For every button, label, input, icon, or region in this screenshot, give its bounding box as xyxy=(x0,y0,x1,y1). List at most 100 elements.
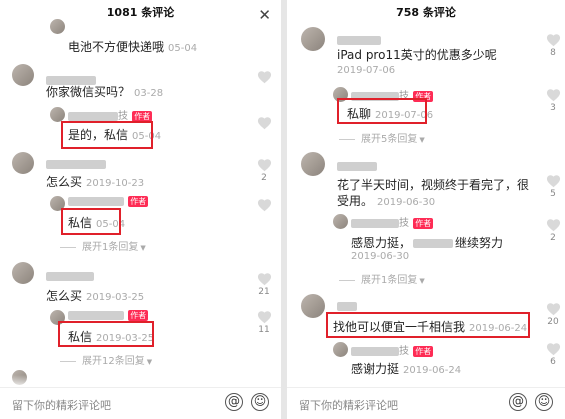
expand-replies-label: 展开5条回复 xyxy=(361,134,418,145)
username-hidden[interactable] xyxy=(46,266,94,285)
username-hidden[interactable] xyxy=(46,154,106,173)
heart-icon xyxy=(546,218,561,232)
expand-replies[interactable]: 展开1条回复 ▼ xyxy=(339,271,425,286)
heart-icon xyxy=(257,116,272,130)
like-count: 3 xyxy=(550,103,556,113)
like-button[interactable]: 6 xyxy=(545,342,561,368)
comment-text: 怎么买 xyxy=(46,289,83,303)
reply-text: 感恩力挺， xyxy=(351,236,412,250)
like-button[interactable] xyxy=(256,198,272,212)
like-button[interactable]: 2 xyxy=(545,218,561,244)
heart-icon xyxy=(546,302,561,316)
comments-panel-left: 1081 条评论 ✕ 电池不方便快递哦 05-04 你家微信买吗？ 03-28 技 … xyxy=(0,0,281,419)
comment-input[interactable]: 留下你的精彩评论吧 xyxy=(12,397,111,413)
comment-timestamp: 2019-06-30 xyxy=(377,197,436,208)
like-count: 20 xyxy=(547,317,559,327)
avatar[interactable] xyxy=(12,262,34,284)
expand-replies[interactable]: 展开1条回复 ▼ xyxy=(60,238,146,253)
avatar[interactable] xyxy=(50,107,65,122)
close-icon[interactable]: ✕ xyxy=(258,2,271,28)
author-badge: 作者 xyxy=(128,196,149,207)
comment-item: 你家微信买吗？ 03-28 xyxy=(46,83,163,100)
highlight-box xyxy=(337,98,427,124)
comment-input[interactable]: 留下你的精彩评论吧 xyxy=(299,397,398,413)
like-count: 8 xyxy=(550,48,556,58)
at-mention-icon[interactable]: @ xyxy=(509,393,527,411)
chevron-down-icon: ▼ xyxy=(140,244,146,252)
like-button[interactable]: 5 xyxy=(545,174,561,200)
comment-input-bar: 留下你的精彩评论吧 @ ☺ xyxy=(0,387,281,419)
heart-icon xyxy=(257,70,272,84)
comment-item: 怎么买 2019-03-25 xyxy=(46,287,144,304)
comment-text: 你家微信买吗？ xyxy=(46,85,131,99)
expand-replies[interactable]: 展开5条回复 ▼ xyxy=(339,130,425,145)
comment-item: 怎么买 2019-10-23 xyxy=(46,173,144,190)
heart-icon xyxy=(546,88,561,102)
like-button[interactable]: 11 xyxy=(256,310,272,336)
like-button[interactable]: 2 xyxy=(256,158,272,184)
heart-icon xyxy=(546,342,561,356)
like-button[interactable] xyxy=(256,70,272,84)
like-button[interactable]: 20 xyxy=(545,302,561,328)
avatar[interactable] xyxy=(333,342,348,357)
comment-input-bar: 留下你的精彩评论吧 @ ☺ xyxy=(287,387,565,419)
reply-author[interactable]: 技 作者 xyxy=(351,214,434,229)
like-button[interactable]: 3 xyxy=(545,88,561,114)
author-badge: 作者 xyxy=(413,345,434,357)
reply-text: 感谢力挺 xyxy=(351,362,400,376)
username-hidden[interactable] xyxy=(337,156,377,175)
avatar[interactable] xyxy=(301,294,325,318)
like-count: 21 xyxy=(258,287,270,297)
reply-timestamp: 2019-06-30 xyxy=(351,251,410,262)
at-mention-icon[interactable]: @ xyxy=(225,393,243,411)
heart-icon xyxy=(546,33,561,47)
like-count: 6 xyxy=(550,357,556,367)
highlight-box xyxy=(61,208,121,235)
comments-count-title: 758 条评论 xyxy=(396,6,456,19)
reply-author[interactable]: 技 作者 xyxy=(68,107,153,122)
reply-author-name-tail: 技 xyxy=(399,346,409,357)
reply-text: 继续努力 xyxy=(455,236,504,250)
heart-icon xyxy=(257,310,272,324)
expand-replies-label: 展开1条回复 xyxy=(361,275,418,286)
chevron-down-icon: ▼ xyxy=(419,277,425,285)
emoji-icon[interactable]: ☺ xyxy=(251,393,269,411)
avatar[interactable] xyxy=(12,64,34,86)
reply-author[interactable]: 技 作者 xyxy=(351,342,434,357)
expand-replies[interactable]: 展开12条回复 ▼ xyxy=(60,352,152,367)
comments-header: 758 条评论 xyxy=(287,0,565,30)
author-badge: 作者 xyxy=(132,110,153,122)
like-count: 2 xyxy=(261,173,267,183)
avatar[interactable] xyxy=(50,19,65,34)
reply-author-name-tail: 技 xyxy=(399,218,409,229)
comments-count-title: 1081 条评论 xyxy=(106,6,175,19)
redacted-text xyxy=(413,239,454,248)
avatar[interactable] xyxy=(301,152,325,176)
emoji-icon[interactable]: ☺ xyxy=(535,393,553,411)
author-badge: 作者 xyxy=(413,217,434,229)
reply-text: 电池不方便快递哦 xyxy=(68,40,165,54)
like-button[interactable]: 8 xyxy=(545,33,561,59)
reply-author[interactable]: 作者 xyxy=(68,196,149,208)
comments-panel-right: 758 条评论 iPad pro11英寸的优惠多少呢 2019-07-06 8 … xyxy=(287,0,565,419)
like-button[interactable]: 21 xyxy=(256,272,272,298)
avatar[interactable] xyxy=(333,214,348,229)
comment-timestamp: 2019-07-06 xyxy=(337,65,396,76)
author-badge: 作者 xyxy=(128,310,149,321)
expand-replies-label: 展开1条回复 xyxy=(82,242,139,253)
comment-text: 受用。 xyxy=(337,194,374,208)
comment-timestamp: 2019-03-25 xyxy=(86,292,145,303)
comment-timestamp: 03-28 xyxy=(134,88,164,99)
avatar[interactable] xyxy=(301,27,325,51)
highlight-box xyxy=(58,321,154,347)
like-count: 2 xyxy=(550,233,556,243)
heart-icon xyxy=(546,174,561,188)
comment-text: iPad pro11英寸的优惠多少呢 xyxy=(337,48,497,62)
comment-text: 花了半天时间，视频终于看完了，很 xyxy=(337,178,530,192)
reply-author[interactable]: 作者 xyxy=(68,310,149,322)
avatar[interactable] xyxy=(12,152,34,174)
like-button[interactable] xyxy=(256,116,272,130)
like-count: 5 xyxy=(550,189,556,199)
heart-icon xyxy=(257,272,272,286)
comment-timestamp: 2019-10-23 xyxy=(86,178,145,189)
